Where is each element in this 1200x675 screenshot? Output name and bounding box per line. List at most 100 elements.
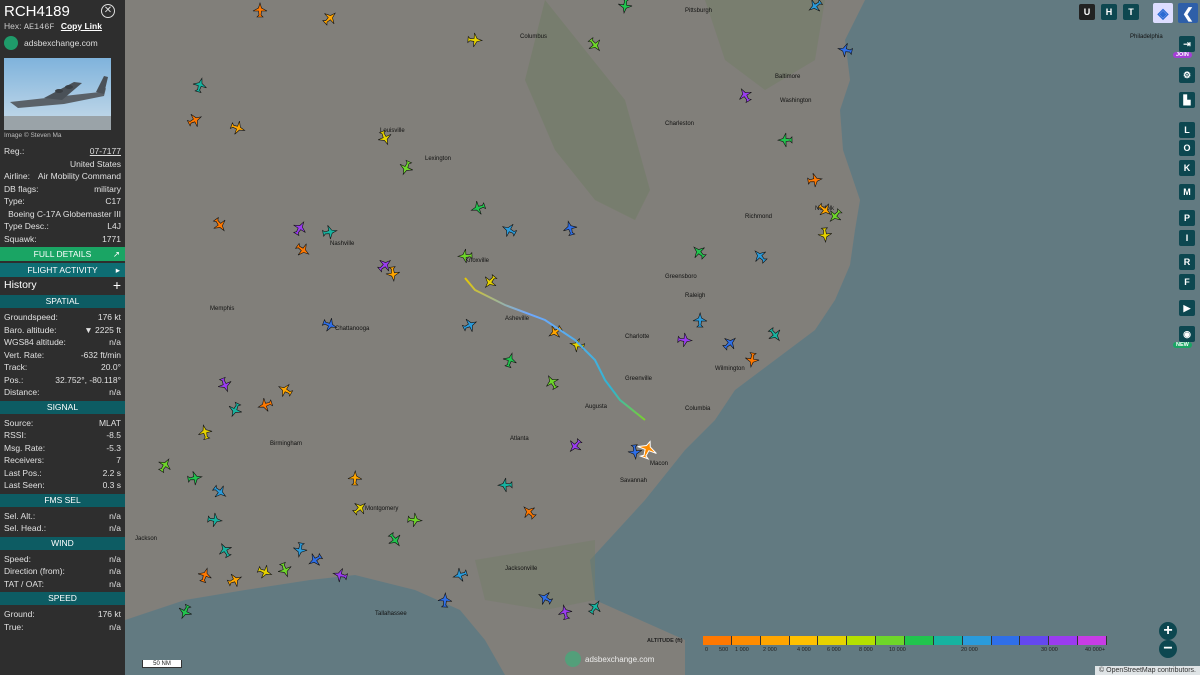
legend-swatch xyxy=(703,636,732,645)
photo-credit: Image © Steven Ma xyxy=(4,132,62,139)
legend-swatch xyxy=(962,636,992,645)
watermark: adsbexchange.com xyxy=(565,651,654,667)
section-header-signal[interactable]: SIGNAL xyxy=(0,400,125,414)
legend-swatch xyxy=(760,636,790,645)
zoom-out-button[interactable]: − xyxy=(1159,640,1177,658)
fms-row: Sel. Alt.: n/a xyxy=(0,510,125,523)
copy-link-button[interactable]: Copy Link xyxy=(61,21,102,31)
close-icon[interactable]: ✕ xyxy=(101,4,115,18)
map-button-r[interactable]: R xyxy=(1179,254,1195,270)
map-button-f[interactable]: F xyxy=(1179,274,1195,290)
replay-icon[interactable]: ▶ xyxy=(1179,300,1195,316)
map-attribution[interactable]: © OpenStreetMap contributors. xyxy=(1095,666,1200,675)
wind-row: Direction (from): n/a xyxy=(0,565,125,578)
detail-row-db_flags: DB flags: military xyxy=(0,183,125,196)
fms-row: Sel. Head.: n/a xyxy=(0,522,125,535)
map-button-u[interactable]: U xyxy=(1079,4,1095,20)
detail-value: Boeing C-17A Globemaster III xyxy=(8,208,121,219)
field-value: 0.3 s xyxy=(102,480,121,490)
map-button-p[interactable]: P xyxy=(1179,210,1195,226)
section-header-speed[interactable]: SPEED xyxy=(0,592,125,605)
adsbexchange-logo-icon xyxy=(4,36,18,50)
map-button-t[interactable]: T xyxy=(1123,4,1139,20)
join-badge: JOIN xyxy=(1173,52,1192,58)
field-label: Sel. Alt.: xyxy=(4,510,36,521)
site-link[interactable]: adsbexchange.com xyxy=(4,36,121,50)
adsbexchange-watermark-icon xyxy=(565,651,581,667)
full-details-button[interactable]: FULL DETAILS ↗ xyxy=(0,247,125,261)
legend-tick: 4 000 xyxy=(797,647,811,653)
field-value: n/a xyxy=(109,578,121,589)
map-button-k[interactable]: K xyxy=(1179,160,1195,176)
field-value: n/a xyxy=(109,387,121,397)
legend-tick: 2 000 xyxy=(763,647,777,653)
spatial-row: WGS84 altitude: n/a xyxy=(0,336,125,349)
detail-row-type_desc: Type Desc.: L4J xyxy=(0,220,125,233)
detail-label: Airline: xyxy=(4,171,30,181)
base-map[interactable]: ColumbusPittsburghPhiladelphiaBaltimoreW… xyxy=(125,0,1200,675)
signal-row: Source: MLAT xyxy=(0,417,125,430)
watermark-text: adsbexchange.com xyxy=(585,654,655,664)
aircraft-photo[interactable] xyxy=(4,58,111,130)
field-label: Last Pos.: xyxy=(4,467,42,478)
history-row[interactable]: History + xyxy=(0,277,125,293)
detail-label: DB flags: xyxy=(4,183,39,194)
speed-row: Ground: 176 kt xyxy=(0,608,125,621)
field-label: Vert. Rate: xyxy=(4,349,45,360)
legend-swatch xyxy=(905,636,934,645)
zoom-in-button[interactable]: + xyxy=(1159,622,1177,640)
section-header-spatial[interactable]: SPATIAL xyxy=(0,295,125,308)
detail-row-type: Type: C17 xyxy=(0,195,125,208)
sections-container: SPATIAL Groundspeed: 176 kt Baro. altitude:… xyxy=(0,295,125,633)
wind-row: TAT / OAT: n/a xyxy=(0,578,125,591)
legend-tick: 6 000 xyxy=(827,647,841,653)
detail-value[interactable]: 07-7177 xyxy=(90,145,121,158)
aircraft-info-panel: RCH4189 ✕ Hex: AE146F Copy Link adsbexch… xyxy=(0,0,125,675)
legend-swatch xyxy=(933,636,963,645)
legend-tick: 500 xyxy=(719,647,729,653)
map-button-m[interactable]: M xyxy=(1179,184,1195,200)
legend-title: ALTITUDE (ft) xyxy=(647,638,683,644)
section-header-wind[interactable]: WIND xyxy=(0,536,125,550)
legend-color-bar xyxy=(703,636,1108,645)
section-header-fms[interactable]: FMS SEL xyxy=(0,493,125,507)
flight-activity-button[interactable]: FLIGHT ACTIVITY ▸ xyxy=(0,263,125,277)
field-label: WGS84 altitude: xyxy=(4,337,66,347)
history-label: History xyxy=(4,279,37,291)
legend-tick: 10 000 xyxy=(889,647,906,653)
map-button-l[interactable]: L xyxy=(1179,122,1195,138)
legend-swatch xyxy=(818,636,848,645)
full-details-label: FULL DETAILS xyxy=(33,249,92,259)
spatial-row: Distance: n/a xyxy=(0,386,125,399)
field-label: Receivers: xyxy=(4,455,45,465)
detail-label: Squawk: xyxy=(4,233,37,244)
map-view[interactable]: Columbus Pittsburgh Philadelphia Baltimore W… xyxy=(125,0,1200,675)
map-button-o[interactable]: O xyxy=(1179,140,1195,156)
layers-icon[interactable]: ◈ xyxy=(1153,3,1173,23)
field-label: Groundspeed: xyxy=(4,312,58,322)
legend-swatch xyxy=(847,636,877,645)
stats-icon[interactable]: ▙ xyxy=(1179,92,1195,108)
field-value: 20.0° xyxy=(101,362,121,372)
plus-icon[interactable]: + xyxy=(113,278,121,292)
detail-value: L4J xyxy=(107,221,121,231)
hex-label: Hex: xyxy=(4,21,22,31)
legend-swatch xyxy=(991,636,1021,645)
map-button-i[interactable]: I xyxy=(1179,230,1195,246)
details-list: Reg.: 07-7177 United States Airline: Air Mob… xyxy=(0,145,125,245)
hex-line: Hex: AE146F Copy Link xyxy=(4,21,121,32)
detail-value: 1771 xyxy=(102,233,121,244)
detail-row-country: United States xyxy=(0,158,125,171)
eye-icon[interactable]: ◉ xyxy=(1179,326,1195,342)
detail-label: Reg.: xyxy=(4,146,25,156)
altitude-legend: ALTITUDE (ft) 0 500 1 000 2 000 4 000 6 000 8 … xyxy=(645,636,1108,656)
field-value: n/a xyxy=(109,337,121,347)
join-icon[interactable]: ⇥ xyxy=(1179,36,1195,52)
field-value: -8.5 xyxy=(106,430,121,440)
signal-row: Last Seen: 0.3 s xyxy=(0,479,125,492)
settings-gear-icon[interactable]: ⚙ xyxy=(1179,67,1195,83)
collapse-sidebar-icon[interactable]: ❮ xyxy=(1178,3,1198,23)
legend-tick: 0 xyxy=(705,647,709,653)
field-label: Speed: xyxy=(4,553,31,564)
map-button-h[interactable]: H xyxy=(1101,4,1117,20)
